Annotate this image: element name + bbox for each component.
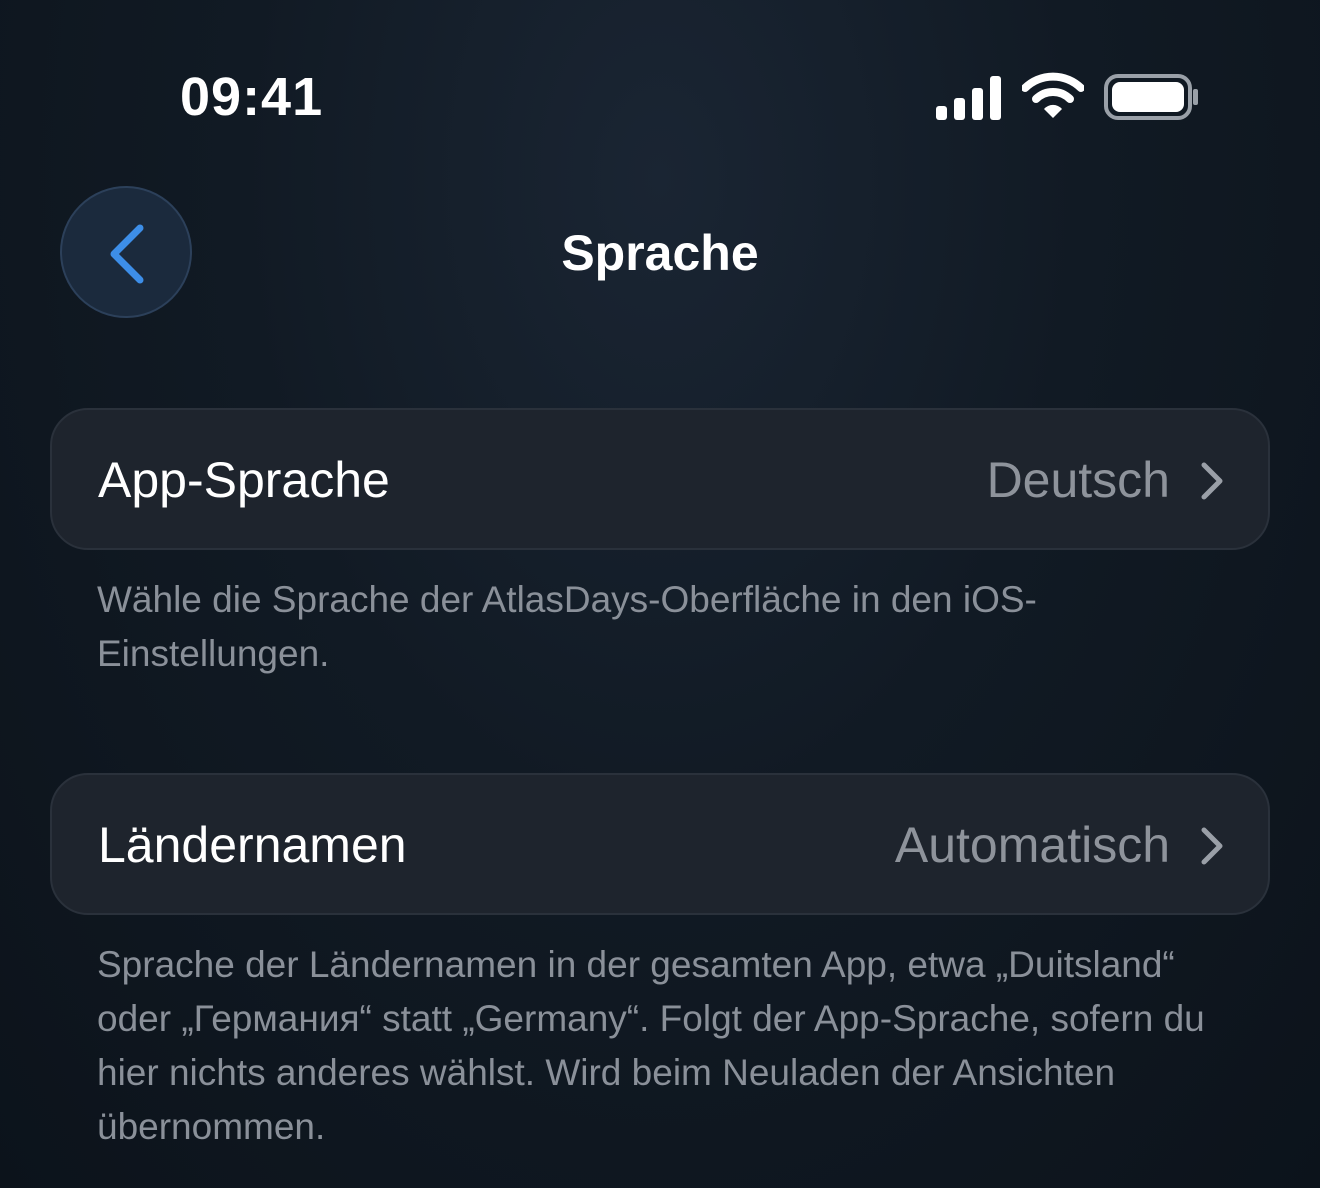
country-names-value: Automatisch bbox=[894, 817, 1170, 873]
page-title: Sprache bbox=[561, 225, 759, 281]
app-language-row[interactable]: App-Sprache Deutsch bbox=[50, 408, 1270, 550]
status-time: 09:41 bbox=[180, 67, 324, 127]
country-names-description: Sprache der Ländernamen in der gesamten … bbox=[97, 944, 1205, 1147]
app-language-description: Wähle die Sprache der AtlasDays-Oberfläc… bbox=[97, 579, 1037, 674]
country-names-label: Ländernamen bbox=[98, 817, 407, 873]
battery-icon bbox=[1104, 74, 1200, 120]
navigation-bar: Sprache bbox=[0, 180, 1320, 330]
app-language-label: App-Sprache bbox=[98, 452, 390, 508]
status-bar: 09:41 bbox=[0, 0, 1320, 180]
chevron-right-icon bbox=[1198, 460, 1226, 502]
status-icons bbox=[930, 70, 1210, 126]
app-language-value: Deutsch bbox=[986, 452, 1170, 508]
country-names-row[interactable]: Ländernamen Automatisch bbox=[50, 773, 1270, 915]
signal-icon bbox=[936, 76, 1004, 120]
wifi-icon bbox=[1021, 72, 1085, 120]
chevron-right-icon bbox=[1198, 825, 1226, 867]
